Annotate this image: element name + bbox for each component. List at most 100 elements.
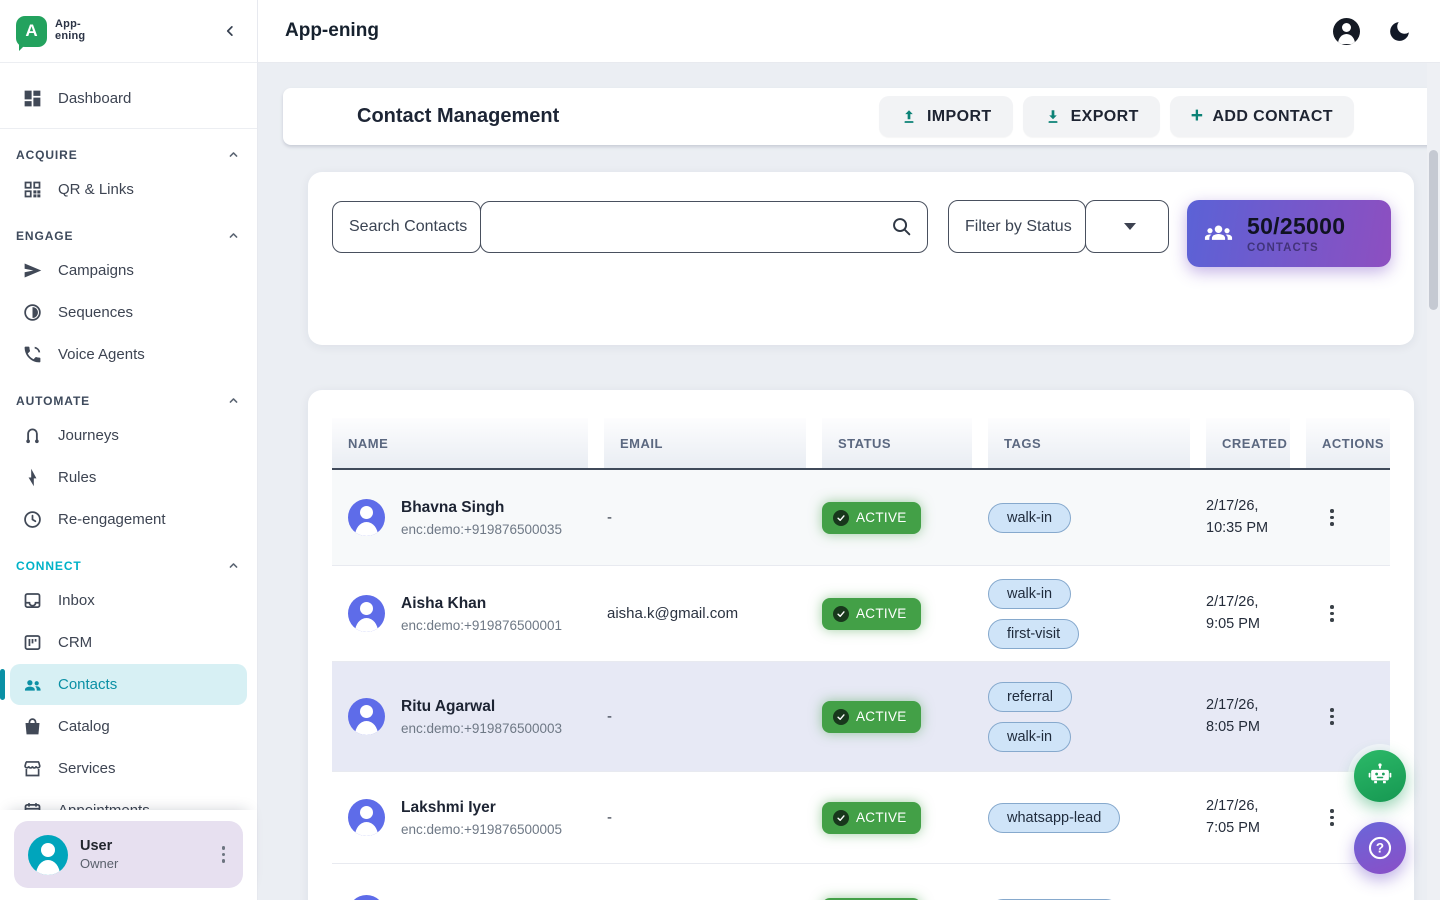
row-actions-kebab-icon[interactable]: [1326, 704, 1390, 729]
contact-avatar: [348, 595, 385, 632]
page-header: Contact Management IMPORT EXPORT + ADD C…: [283, 88, 1440, 145]
people-icon: [22, 674, 43, 695]
sidebar-item-label: Dashboard: [58, 90, 131, 107]
page-scrollbar: [1427, 63, 1440, 900]
account-icon[interactable]: [1333, 18, 1360, 45]
status-badge: ACTIVE: [822, 701, 921, 733]
chatbot-fab[interactable]: [1354, 750, 1406, 802]
sidebar-collapse-button[interactable]: [221, 22, 239, 40]
import-button[interactable]: IMPORT: [879, 96, 1013, 137]
user-role: Owner: [80, 856, 118, 871]
table-row[interactable]: Bhavna Singh enc:demo:+919876500035 - AC…: [332, 470, 1390, 566]
column-header-name: NAME: [332, 418, 588, 468]
sidebar-section-engage[interactable]: ENGAGE: [0, 220, 257, 249]
check-circle-icon: [833, 510, 849, 526]
help-fab[interactable]: ?: [1354, 822, 1406, 874]
scrollbar-thumb[interactable]: [1429, 150, 1438, 310]
search-input[interactable]: Search Contacts: [332, 201, 928, 253]
sidebar-item-label: Services: [58, 760, 116, 777]
user-name: User: [80, 838, 118, 854]
row-actions-kebab-icon[interactable]: [1326, 505, 1390, 530]
download-icon: [1044, 108, 1062, 126]
table-row[interactable]: Ritu Agarwal enc:demo:+919876500003 - AC…: [332, 662, 1390, 772]
contacts-table: NAME EMAIL STATUS TAGS CREATED ACTIONS B…: [332, 418, 1390, 900]
tag-chip: first-visit: [988, 619, 1079, 649]
chevron-left-icon: [221, 22, 239, 40]
row-actions-kebab-icon[interactable]: [1326, 601, 1390, 626]
sidebar-item-label: QR & Links: [58, 181, 134, 198]
sidebar-item-dashboard[interactable]: Dashboard: [10, 78, 247, 119]
sidebar-item-label: Voice Agents: [58, 346, 145, 363]
contact-email: -: [604, 708, 806, 725]
brand-logo-letter: A: [25, 21, 37, 41]
sidebar-item-label: Sequences: [58, 304, 133, 321]
sidebar-item-label: Journeys: [58, 427, 119, 444]
sidebar-item-label: Inbox: [58, 592, 95, 609]
sidebar-item-label: Contacts: [58, 676, 117, 693]
sidebar-item-label: CRM: [58, 634, 92, 651]
section-label: ACQUIRE: [16, 148, 78, 162]
contact-phone: enc:demo:+919876500003: [401, 721, 562, 736]
column-header-status: STATUS: [822, 418, 972, 468]
sidebar-nav: Dashboard ACQUIRE QR & Links ENGAGE Camp…: [0, 63, 257, 900]
contact-name: Lakshmi Iyer: [401, 799, 562, 817]
sidebar-item-services[interactable]: Services: [10, 748, 247, 789]
brand-name: App- ening: [55, 19, 85, 42]
sidebar-section-connect[interactable]: CONNECT: [0, 550, 257, 579]
sidebar-item-crm[interactable]: CRM: [10, 622, 247, 663]
send-icon: [22, 260, 43, 281]
contact-name: Bhavna Singh: [401, 499, 562, 517]
chevron-up-icon: [226, 147, 241, 162]
robot-icon: [1366, 762, 1394, 790]
add-contact-button[interactable]: + ADD CONTACT: [1170, 96, 1354, 137]
sidebar-item-sequences[interactable]: Sequences: [10, 292, 247, 333]
clock-icon: [22, 509, 43, 530]
sidebar-item-inbox[interactable]: Inbox: [10, 580, 247, 621]
sidebar-item-voice-agents[interactable]: Voice Agents: [10, 334, 247, 375]
export-button[interactable]: EXPORT: [1023, 96, 1160, 137]
status-filter-select[interactable]: Filter by Status: [948, 200, 1169, 253]
column-header-tags: TAGS: [988, 418, 1190, 468]
status-badge: ACTIVE: [822, 502, 921, 534]
tag-chip: walk-in: [988, 579, 1071, 609]
svg-text:?: ?: [1376, 841, 1384, 856]
contact-phone: enc:demo:+919876500001: [401, 618, 562, 633]
table-row[interactable]: Jyoti Rawat ACTIVE campaign-lead 2/17/26: [332, 864, 1390, 900]
user-card[interactable]: User Owner: [14, 821, 243, 888]
shopping-bag-icon: [22, 716, 43, 737]
column-header-created: CREATED: [1206, 418, 1290, 468]
plus-icon: +: [1191, 105, 1204, 126]
sidebar-item-label: Re-engagement: [58, 511, 166, 528]
search-placeholder: Search Contacts: [349, 218, 467, 236]
filter-label: Filter by Status: [965, 218, 1072, 236]
contact-email: aisha.k@gmail.com: [604, 605, 806, 622]
sidebar-section-automate[interactable]: AUTOMATE: [0, 385, 257, 414]
sidebar-item-campaigns[interactable]: Campaigns: [10, 250, 247, 291]
sidebar-section-acquire[interactable]: ACQUIRE: [0, 139, 257, 168]
tag-chip: walk-in: [988, 503, 1071, 533]
sequence-circle-icon: [22, 302, 43, 323]
sidebar-item-rules[interactable]: Rules: [10, 457, 247, 498]
created-at: 2/17/26,9:05 PM: [1206, 592, 1290, 634]
sidebar-item-qr-links[interactable]: QR & Links: [10, 169, 247, 210]
sidebar-item-journeys[interactable]: Journeys: [10, 415, 247, 456]
sidebar-item-re-engagement[interactable]: Re-engagement: [10, 499, 247, 540]
contact-email: -: [604, 509, 806, 526]
sidebar-item-label: Catalog: [58, 718, 110, 735]
check-circle-icon: [833, 810, 849, 826]
bolt-icon: [22, 467, 43, 488]
qr-code-icon: [22, 179, 43, 200]
contact-avatar: [348, 698, 385, 735]
contact-name: Aisha Khan: [401, 595, 562, 613]
sidebar-item-catalog[interactable]: Catalog: [10, 706, 247, 747]
sidebar-item-contacts[interactable]: Contacts: [10, 664, 247, 705]
user-menu-kebab-icon[interactable]: [218, 842, 230, 867]
column-header-email: EMAIL: [604, 418, 806, 468]
chevron-up-icon: [226, 558, 241, 573]
sidebar-header: A App- ening: [0, 0, 257, 63]
dashboard-icon: [22, 88, 43, 109]
table-row[interactable]: Aisha Khan enc:demo:+919876500001 aisha.…: [332, 566, 1390, 662]
table-row[interactable]: Lakshmi Iyer enc:demo:+919876500005 - AC…: [332, 772, 1390, 864]
user-avatar: [28, 835, 68, 875]
dark-mode-toggle[interactable]: [1387, 19, 1412, 44]
